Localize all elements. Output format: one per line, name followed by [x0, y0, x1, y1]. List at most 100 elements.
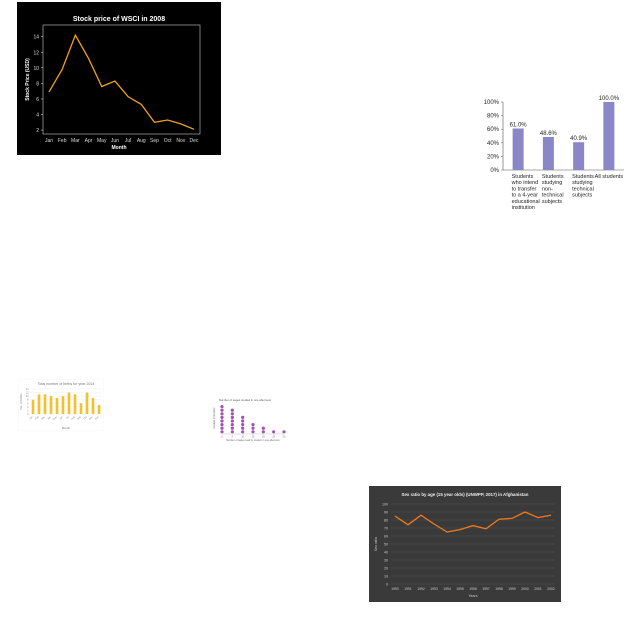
x-axis-label: Month: [112, 145, 127, 151]
y-tick-label: 100%: [484, 100, 500, 106]
x-tick-label: 1995: [456, 587, 464, 591]
x-tick-label: 1993: [430, 587, 438, 591]
y-tick-label: 60%: [487, 127, 500, 133]
bar-value-label: 100.0%: [599, 96, 620, 102]
chart-title: Number of pages studied in one afternoon: [219, 398, 272, 402]
x-tick-label: Mar: [71, 138, 80, 144]
y-tick-label: 14: [33, 35, 39, 41]
y-tick-label: 40: [384, 551, 388, 555]
y-tick-label: 10: [384, 575, 388, 579]
y-tick-label: 90: [384, 511, 388, 515]
bar: [512, 128, 524, 170]
births-chart: Total number of births for year 20140246…: [18, 379, 104, 431]
x-tick-label: 1994: [443, 587, 451, 591]
y-tick-label: 2: [36, 128, 39, 134]
bar: [91, 397, 95, 414]
y-tick-label: 50: [384, 543, 388, 547]
dot: [241, 430, 245, 434]
dot: [220, 423, 224, 427]
x-tick-label: Sep: [150, 138, 159, 144]
dot: [251, 430, 255, 434]
x-tick-label: May: [97, 138, 107, 144]
y-tick-label: 12: [33, 50, 39, 56]
births-chart-panel: Total number of births for year 2014 0 2 4 6…: [18, 379, 104, 431]
chart-title: Total number of births for year 2014: [38, 382, 95, 386]
dot: [220, 415, 224, 419]
y-tick-label: 10: [33, 66, 39, 72]
y-tick-label: 4: [36, 113, 39, 119]
dot: [251, 423, 255, 427]
x-tick-label: 2000: [521, 587, 529, 591]
x-tick-label: Jan: [45, 138, 53, 144]
x-category-label: studying: [572, 180, 593, 186]
bar-value-label: 40.9%: [570, 136, 588, 142]
chart-background: [18, 379, 104, 431]
dot: [230, 415, 234, 419]
bar: [73, 394, 77, 414]
y-axis-label: No. of births: [19, 393, 23, 410]
x-tick-label: 2002: [547, 587, 555, 591]
x-tick-label: 1997: [482, 587, 490, 591]
students-chart: 0% 20% 40% 60% 80% 100% 61.0% Students who inten…: [484, 96, 624, 211]
bar: [37, 394, 41, 414]
x-category-label: studying: [542, 180, 563, 186]
y-tick-label: 40%: [487, 141, 500, 147]
x-tick-label: 1998: [495, 587, 503, 591]
dot: [230, 419, 234, 423]
bar-value-label: 48.6%: [540, 131, 558, 137]
bar: [61, 396, 65, 414]
bar-value-label: 61.0%: [510, 123, 528, 129]
y-tick-label: 6: [36, 97, 39, 103]
x-category-label: subjects: [542, 199, 562, 205]
bar: [79, 403, 83, 414]
x-category-label: non-: [542, 186, 553, 192]
x-tick-label: 1991: [404, 587, 412, 591]
x-axis-label: Number of pages read by student in one a…: [226, 439, 280, 442]
x-tick-label: Jun: [111, 138, 119, 144]
dot: [282, 430, 286, 434]
x-axis-label: Month: [62, 426, 71, 430]
bar: [43, 394, 47, 414]
sexratio-chart-panel: Sex ratio by age (15 year olds) (UNWPP, …: [369, 486, 561, 602]
dot: [230, 423, 234, 427]
x-tick-label: 1990: [391, 587, 399, 591]
x-category-label: institution: [512, 205, 535, 211]
x-tick-label: 1992: [417, 587, 425, 591]
y-tick-label: 20%: [487, 154, 500, 160]
bar: [97, 405, 101, 414]
bar: [67, 392, 71, 414]
dot: [220, 405, 224, 409]
x-tick-label: 2001: [534, 587, 542, 591]
dot: [251, 426, 255, 430]
dot: [261, 426, 265, 430]
x-category-label: Students: [572, 174, 594, 180]
dot: [230, 412, 234, 416]
y-tick-label: 100: [382, 503, 388, 507]
y-tick-label: 0%: [490, 168, 499, 174]
students-chart-panel: 0% 20% 40% 60% 80% 100% 61.0% Students who inten…: [476, 88, 636, 218]
chart-title: Stock price of WSCI in 2008: [73, 16, 165, 23]
dot: [241, 419, 245, 423]
y-tick-label: 30: [384, 559, 388, 563]
y-tick-label: 0: [386, 583, 388, 587]
dot: [241, 423, 245, 427]
x-tick-label: 0: [221, 436, 223, 439]
x-category-label: who intend: [511, 180, 539, 186]
bar: [49, 396, 53, 414]
chart-title: Sex ratio by age (15 year olds) (UNWPP, …: [402, 492, 529, 497]
x-tick-label: Jul: [125, 138, 131, 144]
x-category-label: All students: [595, 174, 624, 180]
x-axis-label: Years: [468, 594, 477, 598]
sexratio-chart: Sex ratio by age (15 year olds) (UNWPP, …: [369, 486, 561, 602]
y-tick-label: 80%: [487, 114, 500, 120]
dot: [230, 408, 234, 412]
dot: [230, 426, 234, 430]
bar: [573, 142, 585, 170]
bar: [542, 136, 554, 170]
x-category-label: technical: [572, 186, 594, 192]
x-tick-label: Apr: [85, 138, 93, 144]
dot: [241, 415, 245, 419]
dot: [220, 408, 224, 412]
x-tick-label: Dec: [190, 138, 199, 144]
x-tick-label: Nov: [176, 138, 185, 144]
